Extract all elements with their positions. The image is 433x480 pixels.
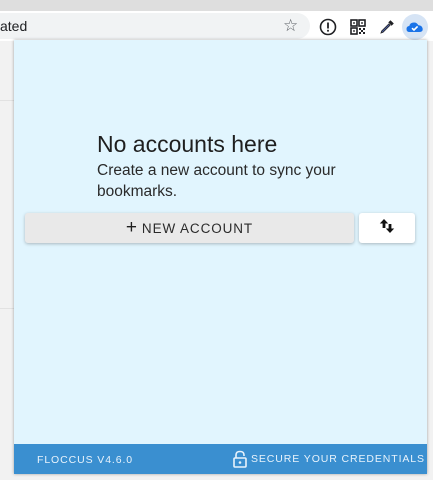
empty-state-description: Create a new account to sync your bookma… — [97, 162, 336, 200]
popup-footer: FLOCCUS V4.6.0 SECURE YOUR CREDENTIALS — [14, 444, 427, 474]
secure-credentials-label: SECURE YOUR CREDENTIALS — [251, 453, 425, 465]
import-export-button[interactable] — [359, 213, 415, 243]
swap-vertical-icon — [378, 217, 396, 240]
star-icon[interactable]: ☆ — [283, 17, 298, 34]
lock-open-icon — [232, 450, 248, 468]
browser-toolbar: ated ☆ — [0, 11, 433, 41]
color-picker-icon[interactable] — [377, 17, 397, 37]
address-text: ated — [0, 18, 28, 34]
browser-window: ated ☆ No accounts here Create a new acc… — [0, 0, 433, 480]
address-bar[interactable]: ated — [0, 13, 310, 39]
qr-code-icon[interactable] — [348, 17, 368, 37]
empty-state-title: No accounts here — [97, 131, 278, 157]
plus-icon: + — [125, 217, 138, 238]
tab-strip — [0, 0, 433, 11]
version-label: FLOCCUS V4.6.0 — [37, 454, 134, 466]
floccus-cloud-icon[interactable] — [402, 14, 428, 40]
secure-credentials-link[interactable]: SECURE YOUR CREDENTIALS — [232, 450, 425, 468]
new-account-label: NEW ACCOUNT — [141, 220, 254, 236]
page-divider — [0, 308, 14, 309]
page-divider — [0, 100, 14, 101]
info-icon[interactable] — [318, 17, 338, 37]
floccus-popup: No accounts here Create a new account to… — [14, 40, 427, 474]
new-account-button[interactable]: + NEW ACCOUNT — [25, 213, 354, 243]
